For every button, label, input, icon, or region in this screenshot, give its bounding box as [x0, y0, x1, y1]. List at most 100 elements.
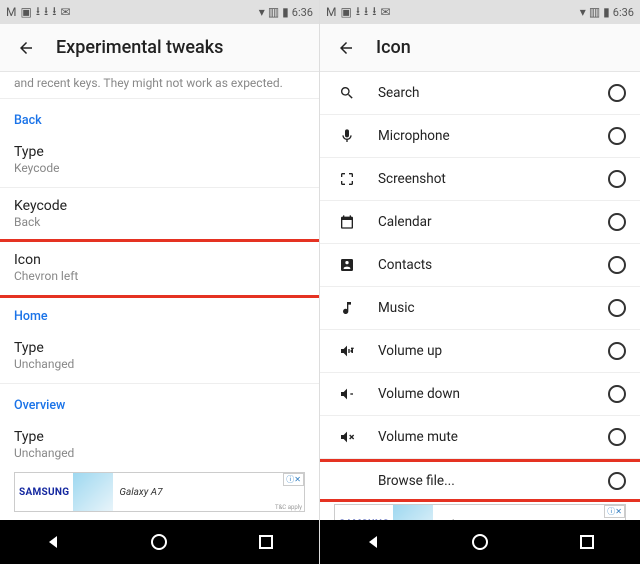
clock: 6:36: [292, 6, 313, 19]
section-overview: Overview: [0, 384, 319, 419]
icon-option-browse-file-[interactable]: Browse file...: [320, 459, 640, 502]
gmail-icon: M: [6, 5, 16, 19]
back-button[interactable]: [332, 34, 360, 62]
no-sim-icon: ▥: [268, 5, 279, 19]
radio-button[interactable]: [608, 256, 626, 274]
clipboard-icon: ✉: [380, 5, 390, 19]
no-sim-icon: ▥: [589, 5, 600, 19]
crop-icon: [334, 171, 360, 187]
nav-bar: [320, 520, 640, 564]
calendar-icon: [334, 214, 360, 230]
option-label: Calendar: [378, 214, 608, 230]
screen-right: M ▣ ⭳ ⭳ ⭳ ✉ ▾ ▥ ▮ 6:36 Icon Search Microp…: [320, 0, 640, 564]
status-bar: M ▣ ⭳ ⭳ ⭳ ✉ ▾ ▥ ▮ 6:36: [0, 0, 319, 24]
description-text: and recent keys. They might not work as …: [0, 72, 319, 99]
pref-sub: Unchanged: [14, 357, 305, 371]
icon-option-volume-mute[interactable]: Volume mute: [320, 416, 640, 459]
ad-brand: SAMSUNG: [335, 519, 393, 521]
pref-type[interactable]: Type Keycode: [0, 134, 319, 188]
nav-back-icon: [369, 536, 377, 548]
pref-keycode[interactable]: Keycode Back: [0, 188, 319, 242]
option-label: Volume down: [378, 386, 608, 402]
pref-title: Type: [14, 144, 305, 160]
contacts-icon: [334, 257, 360, 273]
battery-icon: ▮: [282, 5, 289, 19]
section-home: Home: [0, 295, 319, 330]
pref-type-overview[interactable]: Type Unchanged: [0, 419, 319, 472]
radio-button[interactable]: [608, 385, 626, 403]
ad-choice-icon[interactable]: ⓘ✕: [283, 473, 304, 486]
screen-left: M ▣ ⭳ ⭳ ⭳ ✉ ▾ ▥ ▮ 6:36 Experimental twea…: [0, 0, 320, 564]
app-bar: Icon: [320, 24, 640, 72]
radio-button[interactable]: [608, 428, 626, 446]
section-back: Back: [0, 99, 319, 134]
pref-sub: Chevron left: [14, 269, 305, 283]
option-label: Volume up: [378, 343, 608, 359]
ad-banner[interactable]: SAMSUNGGalaxy A7 | Aⓘ✕T&C apply: [334, 504, 626, 520]
ad-terms: T&C apply: [275, 504, 302, 511]
ad-choice-icon[interactable]: ⓘ✕: [604, 505, 625, 518]
option-label: Screenshot: [378, 171, 608, 187]
gmail-icon: M: [326, 5, 336, 19]
icon-option-volume-up[interactable]: Volume up: [320, 330, 640, 373]
ad-image: [73, 473, 113, 511]
nav-recent-icon: [259, 535, 273, 549]
clock: 6:36: [613, 6, 634, 19]
nav-home-button[interactable]: [460, 527, 500, 557]
page-title: Icon: [376, 37, 411, 58]
icon-option-music[interactable]: Music: [320, 287, 640, 330]
radio-button[interactable]: [608, 84, 626, 102]
radio-button[interactable]: [608, 472, 626, 490]
status-bar: M ▣ ⭳ ⭳ ⭳ ✉ ▾ ▥ ▮ 6:36: [320, 0, 640, 24]
option-label: Volume mute: [378, 429, 608, 445]
download-icon: ⭳: [52, 2, 56, 23]
nav-recent-button[interactable]: [567, 527, 607, 557]
icon-option-calendar[interactable]: Calendar: [320, 201, 640, 244]
pref-title: Type: [14, 340, 305, 356]
icon-option-search[interactable]: Search: [320, 72, 640, 115]
nav-back-button[interactable]: [33, 527, 73, 557]
icon-option-contacts[interactable]: Contacts: [320, 244, 640, 287]
radio-button[interactable]: [608, 127, 626, 145]
volmute-icon: [334, 429, 360, 445]
nav-back-button[interactable]: [353, 527, 393, 557]
back-button[interactable]: [12, 34, 40, 62]
radio-button[interactable]: [608, 213, 626, 231]
icon-option-screenshot[interactable]: Screenshot: [320, 158, 640, 201]
radio-button[interactable]: [608, 170, 626, 188]
nav-home-icon: [151, 534, 167, 550]
pref-sub: Back: [14, 215, 305, 229]
pref-sub: Keycode: [14, 161, 305, 175]
pref-type-home[interactable]: Type Unchanged: [0, 330, 319, 384]
ad-banner[interactable]: SAMSUNG Galaxy A7 ⓘ✕ T&C apply: [14, 472, 305, 512]
icon-option-volume-down[interactable]: Volume down: [320, 373, 640, 416]
radio-button[interactable]: [608, 299, 626, 317]
nav-recent-icon: [580, 535, 594, 549]
option-label: Browse file...: [378, 473, 608, 489]
radio-button[interactable]: [608, 342, 626, 360]
download-icon: ⭳: [356, 2, 360, 23]
nav-home-button[interactable]: [139, 527, 179, 557]
voldown-icon: [334, 386, 360, 402]
wifi-icon: ▾: [259, 5, 265, 19]
nav-bar: [0, 520, 319, 564]
page-title: Experimental tweaks: [56, 37, 223, 58]
ad-image: [393, 505, 433, 520]
ad-product: Galaxy A7 | A: [433, 519, 496, 521]
option-label: Microphone: [378, 128, 608, 144]
clipboard-icon: ✉: [60, 5, 70, 19]
image-icon: ▣: [340, 5, 351, 19]
image-icon: ▣: [20, 5, 31, 19]
option-label: Search: [378, 85, 608, 101]
download-icon: ⭳: [364, 2, 368, 23]
wifi-icon: ▾: [580, 5, 586, 19]
arrow-back-icon: [337, 39, 355, 57]
search-icon: [334, 85, 360, 101]
pref-icon-highlighted[interactable]: Icon Chevron left: [0, 239, 319, 298]
option-label: Music: [378, 300, 608, 316]
nav-home-icon: [472, 534, 488, 550]
nav-recent-button[interactable]: [246, 527, 286, 557]
icon-option-microphone[interactable]: Microphone: [320, 115, 640, 158]
app-bar: Experimental tweaks: [0, 24, 319, 72]
pref-title: Icon: [14, 252, 305, 268]
